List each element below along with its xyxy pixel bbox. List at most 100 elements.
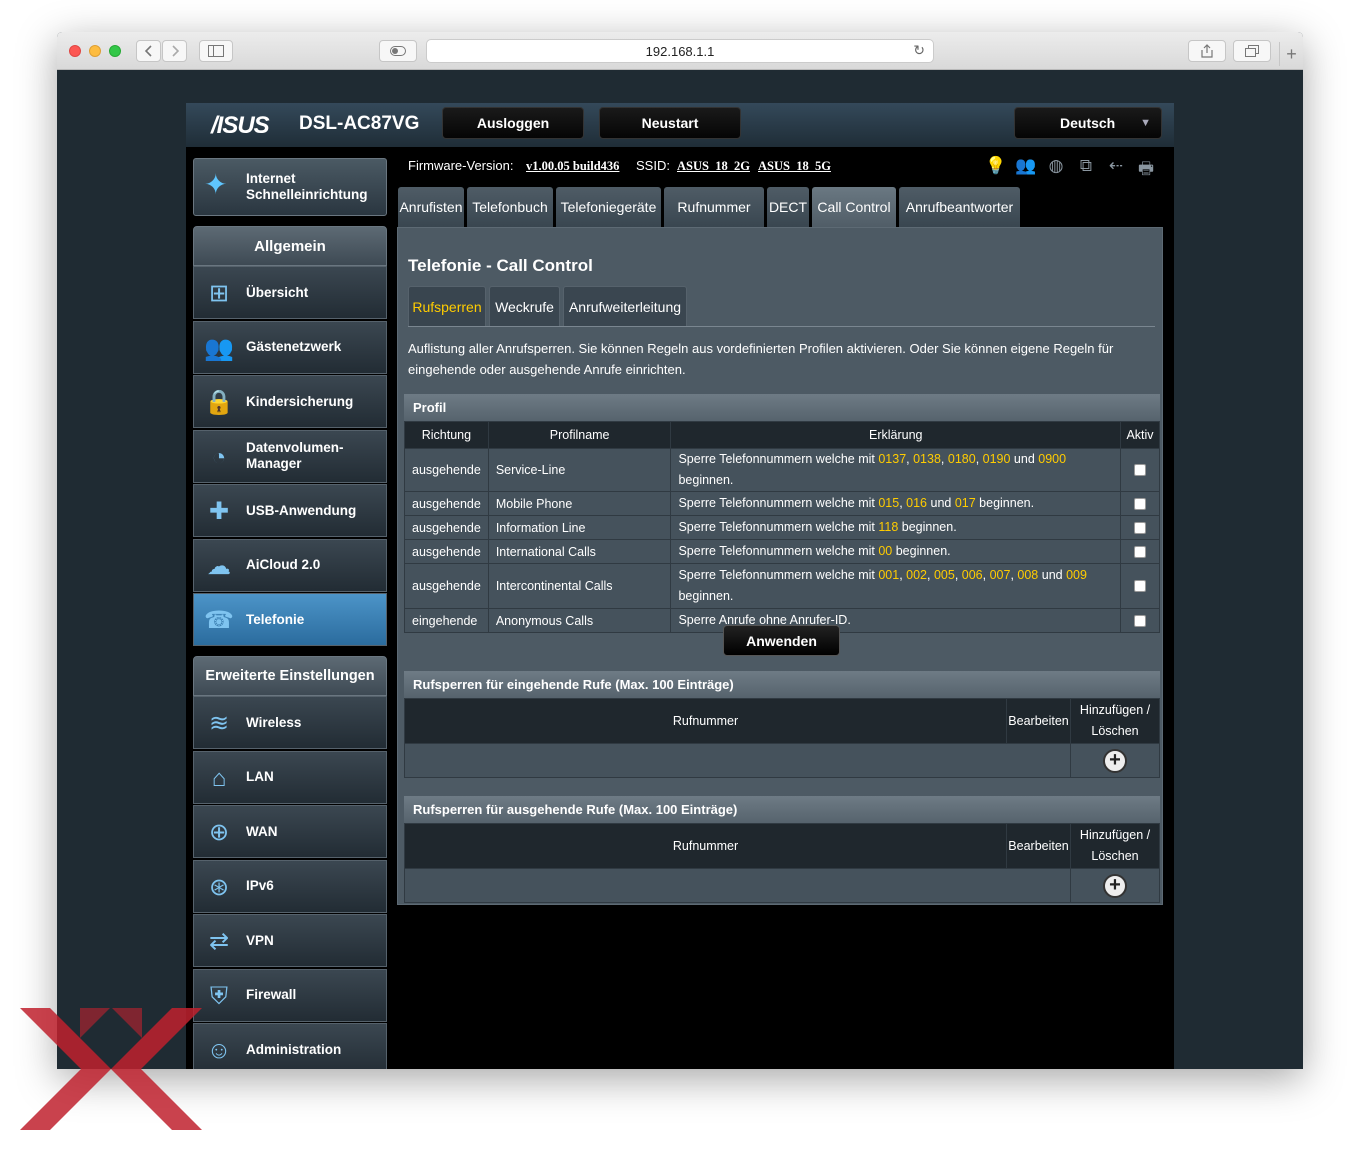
sidebar-item-usb-anwendung[interactable]: ✚ USB-Anwendung: [193, 484, 387, 537]
watermark-logo: [20, 1008, 202, 1130]
cell-profile-name: Anonymous Calls: [487, 608, 672, 633]
active-checkbox[interactable]: [1134, 545, 1147, 558]
cell-active: [1120, 515, 1160, 540]
forward-button[interactable]: [162, 40, 187, 62]
sidebar-item-label: Wireless: [246, 714, 302, 730]
ssid-5g-link[interactable]: ASUS_18_5G: [758, 159, 831, 174]
minimize-window-button[interactable]: [89, 45, 101, 57]
sidebar-item-telefonie[interactable]: ☎ Telefonie: [193, 593, 387, 646]
printer-icon[interactable]: 🖶: [1134, 156, 1158, 178]
reload-icon[interactable]: ↻: [913, 42, 925, 59]
sidebar-advanced-title: Erweiterte Einstellungen: [193, 656, 387, 696]
sidebar-item-kindersicherung[interactable]: 🔒 Kindersicherung: [193, 375, 387, 428]
explanation-text: Sperre Telefonnummern welche mit: [678, 496, 879, 510]
tab-telefonbuch[interactable]: Telefonbuch: [467, 187, 553, 227]
reader-button[interactable]: [379, 40, 417, 62]
sidebar-item-label: IPv6: [246, 878, 274, 893]
active-checkbox[interactable]: [1134, 521, 1147, 534]
cell-profile-name: Intercontinental Calls: [487, 563, 672, 609]
sidebar-item-firewall[interactable]: ⛨ Firewall: [193, 968, 387, 1022]
apply-button[interactable]: Anwenden: [723, 625, 840, 656]
sidebar-item-übersicht[interactable]: ⊞ Übersicht: [193, 266, 387, 319]
url-text: 192.168.1.1: [645, 43, 715, 59]
explanation-separator: ,: [954, 568, 962, 582]
tab-anrufbeantworter[interactable]: Anrufbeantworter: [899, 187, 1020, 227]
outgoing-add-cell: +: [1070, 868, 1160, 903]
cell-direction: eingehende: [404, 608, 489, 633]
back-button[interactable]: [136, 40, 161, 62]
shield-icon: ⛨: [210, 982, 228, 1010]
prefix-number: 00: [878, 544, 893, 558]
sidebar-item-label: Übersicht: [246, 284, 309, 300]
outgoing-input-row[interactable]: [403, 868, 1072, 903]
ssid-2g-link[interactable]: ASUS_18_2G: [677, 159, 750, 174]
explanation-text: beginnen.: [898, 520, 957, 534]
cell-explanation: Sperre Telefonnummern welche mit 00 begi…: [670, 539, 1122, 564]
add-circle-icon[interactable]: +: [1103, 748, 1128, 773]
internet-status-icon[interactable]: ◍: [1044, 156, 1068, 178]
speedometer-icon: ◔: [211, 443, 227, 471]
clients-icon[interactable]: 👥: [1014, 156, 1038, 178]
subtab-rufsperren[interactable]: Rufsperren: [408, 286, 486, 326]
incoming-table: Rufnummer Bearbeiten Hinzufügen / Lösche…: [403, 698, 1160, 778]
explanation-separator: und: [1038, 568, 1067, 582]
sidebar-item-aicloud-2-0[interactable]: ☁ AiCloud 2.0: [193, 538, 387, 592]
active-checkbox[interactable]: [1134, 580, 1147, 592]
share-button[interactable]: [1188, 40, 1226, 62]
direction-text: eingehende: [412, 613, 478, 628]
firmware-label: Firmware-Version:: [408, 158, 514, 173]
tabs-overview-button[interactable]: [1233, 40, 1271, 62]
cell-active: [1120, 539, 1160, 564]
firmware-link[interactable]: v1.00.05 build436: [526, 159, 619, 174]
incoming-input-row[interactable]: [403, 743, 1072, 778]
sidebar-item-label: Telefonie: [246, 611, 305, 627]
tabs-icon: [1245, 45, 1259, 57]
url-bar[interactable]: 192.168.1.1 ↻: [426, 39, 934, 63]
table-row: ausgehende Intercontinental Calls Sperre T…: [404, 563, 1160, 609]
tab-rufnummer[interactable]: Rufnummer: [664, 187, 764, 227]
copy-icon[interactable]: ⧉: [1074, 156, 1098, 178]
usb-icon[interactable]: ⇠: [1104, 156, 1128, 178]
sidebar-item-ipv6[interactable]: ⊛ IPv6: [193, 859, 387, 913]
bulb-icon[interactable]: 💡: [984, 156, 1008, 178]
subtab-anrufweiterleitung[interactable]: Anrufweiterleitung: [563, 286, 687, 326]
incoming-add-cell: +: [1070, 743, 1160, 778]
restart-button[interactable]: Neustart: [599, 107, 741, 139]
sidebar-item-wireless[interactable]: ≋ Wireless: [193, 696, 387, 749]
explanation-separator: ,: [975, 452, 983, 466]
sidebar-item-label: Datenvolumen-Manager: [246, 440, 344, 471]
tab-dect[interactable]: DECT: [767, 187, 809, 227]
logout-button[interactable]: Ausloggen: [442, 107, 584, 139]
tab-anrufisten[interactable]: Anrufisten: [398, 187, 464, 227]
phone-icon: ☎: [204, 607, 234, 634]
tab-call-control[interactable]: Call Control: [812, 187, 896, 227]
close-window-button[interactable]: [69, 45, 81, 57]
subtab-weckrufe[interactable]: Weckrufe: [489, 286, 560, 326]
sidebar-toggle-button[interactable]: [199, 40, 233, 62]
sidebar-item-lan[interactable]: ⌂ LAN: [193, 750, 387, 804]
sidebar-item-label: Firewall: [246, 987, 297, 1002]
maximize-window-button[interactable]: [109, 45, 121, 57]
prefix-number: 008: [1017, 568, 1039, 582]
add-circle-icon[interactable]: +: [1103, 873, 1128, 898]
new-tab-button[interactable]: +: [1279, 42, 1303, 66]
profile-name-text: Anonymous Calls: [495, 613, 594, 628]
direction-text: ausgehende: [412, 496, 481, 511]
quick-setup-button[interactable]: ✦ Internet Schnelleinrichtung: [193, 158, 387, 216]
active-checkbox[interactable]: [1134, 614, 1147, 627]
sidebar-item-wan[interactable]: ⊕ WAN: [193, 805, 387, 858]
sidebar-item-gästenetzwerk[interactable]: 👥 Gästenetzwerk: [193, 320, 387, 374]
sidebar-item-datenvolumen-manager[interactable]: ◔ Datenvolumen-Manager: [193, 429, 387, 483]
sidebar-item-label: LAN: [246, 769, 274, 784]
prefix-number: 0138: [913, 452, 941, 466]
sidebar-item-administration[interactable]: ☺ Administration: [193, 1023, 387, 1069]
active-checkbox[interactable]: [1134, 497, 1147, 510]
language-select[interactable]: Deutsch ▼: [1014, 107, 1162, 139]
quick-setup-label: Internet Schnelleinrichtung: [246, 171, 368, 202]
profile-name-text: Information Line: [495, 520, 586, 535]
cell-active: [1120, 608, 1160, 633]
explanation-separator: ,: [927, 568, 934, 582]
sidebar-item-vpn[interactable]: ⇄ VPN: [193, 914, 387, 967]
active-checkbox[interactable]: [1134, 464, 1147, 476]
tab-telefoniegeräte[interactable]: Telefoniegeräte: [556, 187, 661, 227]
